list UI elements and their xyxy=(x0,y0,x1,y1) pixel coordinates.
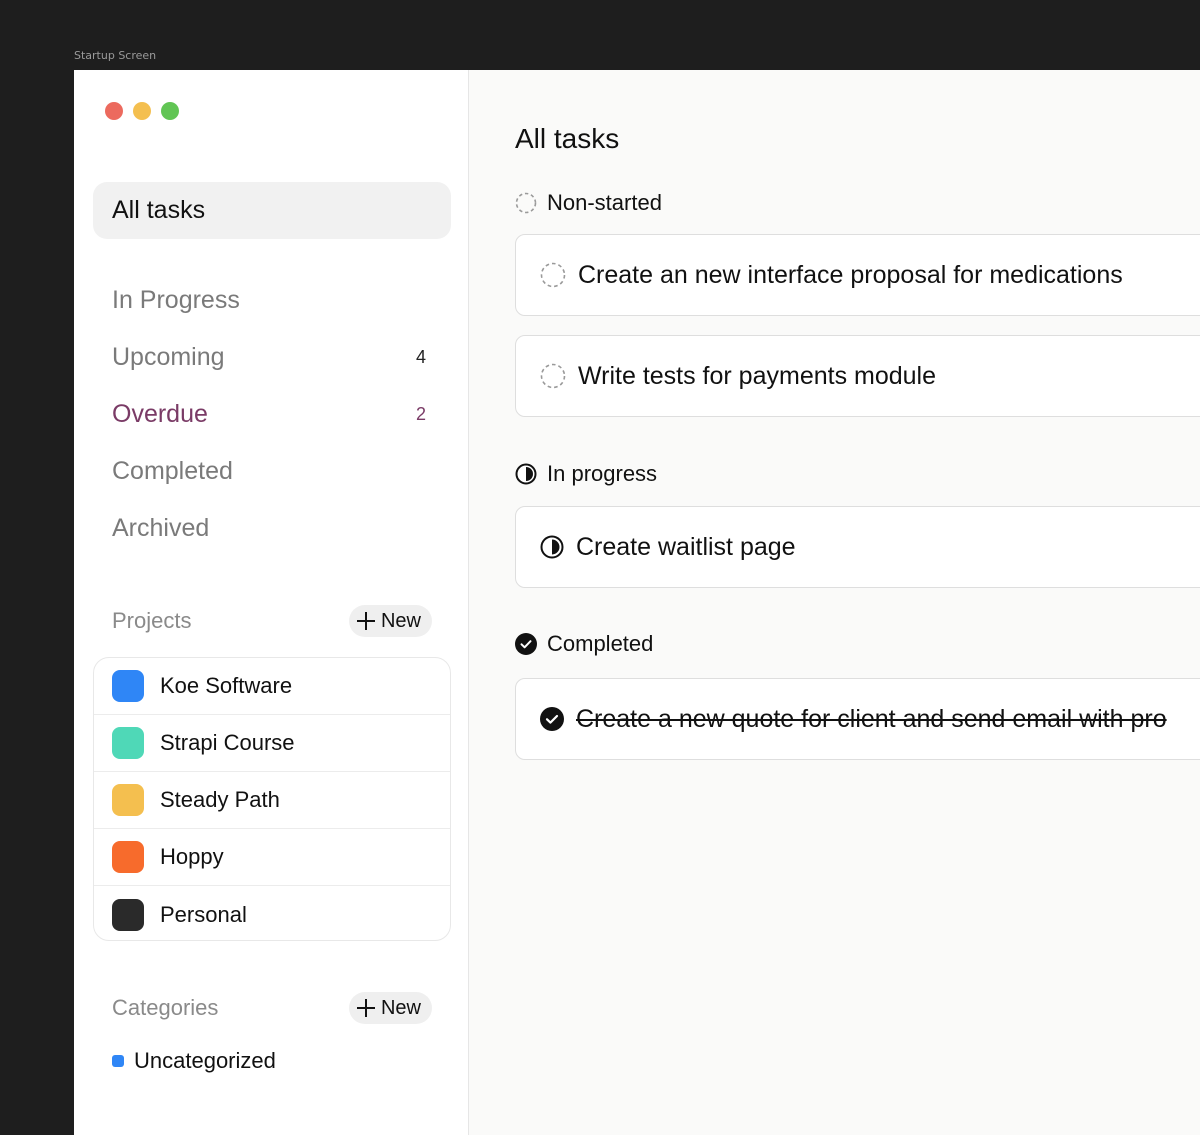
category-color-square xyxy=(112,1055,124,1067)
task-title: Create waitlist page xyxy=(576,532,796,561)
plus-icon xyxy=(356,612,375,630)
check-circle-icon xyxy=(515,633,537,655)
task-title: Create an new interface proposal for med… xyxy=(578,260,1123,289)
project-color-swatch xyxy=(112,841,144,873)
sidebar-item-label: Upcoming xyxy=(112,343,225,371)
task-title: Write tests for payments module xyxy=(578,361,937,390)
sidebar-item-all-tasks[interactable]: All tasks xyxy=(93,182,451,239)
project-color-swatch xyxy=(112,898,144,931)
projects-header: Projects New xyxy=(112,605,432,637)
project-label: Steady Path xyxy=(160,787,280,812)
frame-label: Startup Screen xyxy=(74,49,157,62)
sidebar-item-label: Overdue xyxy=(112,400,208,428)
project-color-swatch xyxy=(112,670,144,702)
sidebar-nav: In Progress Upcoming 4 Overdue 2 Complet… xyxy=(112,272,432,557)
group-label: Non-started xyxy=(547,190,662,215)
task-card[interactable]: Create a new quote for client and send e… xyxy=(515,678,1200,760)
plus-icon xyxy=(356,999,375,1017)
close-window-button[interactable] xyxy=(105,102,123,120)
task-card[interactable]: Create waitlist page xyxy=(515,506,1200,588)
page-title: All tasks xyxy=(515,123,620,154)
projects-title: Projects xyxy=(112,608,192,633)
half-circle-icon[interactable] xyxy=(540,535,564,559)
project-label: Hoppy xyxy=(160,844,224,869)
sidebar-item-overdue[interactable]: Overdue 2 xyxy=(112,386,432,443)
sidebar-item-in-progress[interactable]: In Progress xyxy=(112,272,432,329)
project-item-personal[interactable]: Personal xyxy=(94,886,450,940)
category-item-uncategorized[interactable]: Uncategorized xyxy=(112,1048,276,1074)
categories-header: Categories New xyxy=(112,992,432,1024)
new-project-button[interactable]: New xyxy=(348,605,432,637)
check-circle-icon[interactable] xyxy=(540,707,564,731)
project-item-koe-software[interactable]: Koe Software xyxy=(94,658,450,715)
minimize-window-button[interactable] xyxy=(133,102,151,120)
task-card[interactable]: Create an new interface proposal for med… xyxy=(515,234,1200,316)
project-item-strapi-course[interactable]: Strapi Course xyxy=(94,715,450,772)
categories-title: Categories xyxy=(112,995,219,1020)
group-header-in-progress: In progress xyxy=(515,461,657,487)
task-title: Create a new quote for client and send e… xyxy=(576,704,1167,733)
project-item-hoppy[interactable]: Hoppy xyxy=(94,829,450,886)
sidebar-item-label: In Progress xyxy=(112,286,240,314)
main-content: All tasks Non-started Create an new inte… xyxy=(469,70,1200,1135)
dashed-circle-icon[interactable] xyxy=(540,262,566,288)
project-item-steady-path[interactable]: Steady Path xyxy=(94,772,450,829)
group-header-non-started: Non-started xyxy=(515,190,662,216)
dashed-circle-icon[interactable] xyxy=(540,363,566,389)
new-button-label: New xyxy=(380,996,421,1019)
app-window: All tasks In Progress Upcoming 4 Overdue… xyxy=(74,70,1200,1135)
group-label: In progress xyxy=(547,461,658,486)
sidebar-item-label: All tasks xyxy=(112,196,206,224)
sidebar-item-count: 2 xyxy=(415,404,426,424)
project-color-swatch xyxy=(112,784,144,816)
maximize-window-button[interactable] xyxy=(161,102,179,120)
project-label: Personal xyxy=(160,901,247,927)
sidebar-item-completed[interactable]: Completed xyxy=(112,443,432,500)
dashed-circle-icon xyxy=(515,192,537,214)
task-card[interactable]: Write tests for payments module xyxy=(515,335,1200,417)
sidebar-item-archived[interactable]: Archived xyxy=(112,500,432,557)
group-header-completed: Completed xyxy=(515,631,653,657)
sidebar-item-count: 4 xyxy=(415,347,426,367)
category-label: Uncategorized xyxy=(134,1048,276,1073)
sidebar-item-label: Completed xyxy=(112,457,233,485)
sidebar-item-upcoming[interactable]: Upcoming 4 xyxy=(112,329,432,386)
group-label: Completed xyxy=(547,631,654,656)
project-color-swatch xyxy=(112,727,144,759)
sidebar-item-label: Archived xyxy=(112,514,210,542)
project-label: Strapi Course xyxy=(160,730,295,755)
project-label: Koe Software xyxy=(160,673,293,698)
window-controls xyxy=(105,102,179,120)
new-category-button[interactable]: New xyxy=(348,992,432,1024)
sidebar: All tasks In Progress Upcoming 4 Overdue… xyxy=(74,70,469,1135)
new-button-label: New xyxy=(380,609,421,632)
half-circle-icon xyxy=(515,463,537,485)
projects-list: Koe Software Strapi Course Steady Path H… xyxy=(93,657,451,941)
